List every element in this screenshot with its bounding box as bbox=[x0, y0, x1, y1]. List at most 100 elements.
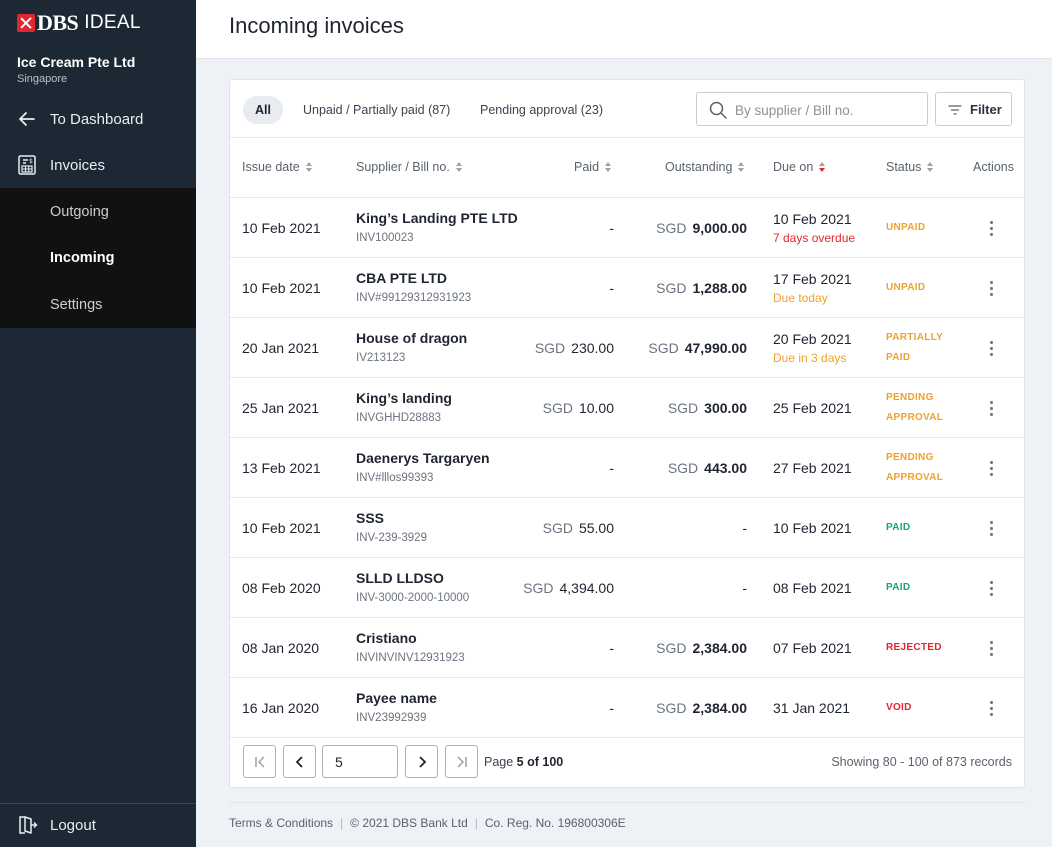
th-status[interactable]: Status bbox=[886, 160, 934, 174]
due-date: 25 Feb 2021 bbox=[773, 400, 852, 416]
dbs-star-icon bbox=[17, 14, 35, 32]
nav-invoices[interactable]: $ Invoices bbox=[0, 142, 196, 188]
due-date: 17 Feb 2021 bbox=[773, 271, 852, 287]
th-paid[interactable]: Paid bbox=[574, 160, 612, 174]
paid-amount: SGD 55.00 bbox=[543, 520, 614, 536]
supplier-name: King’s landing bbox=[356, 390, 452, 406]
filter-icon bbox=[948, 105, 962, 115]
nav-to-dashboard-label: To Dashboard bbox=[50, 110, 144, 128]
invoices-card: All Unpaid / Partially paid (87) Pending… bbox=[229, 79, 1025, 788]
first-page-button[interactable] bbox=[243, 745, 276, 778]
bill-number: INVINVINV12931923 bbox=[356, 652, 465, 664]
table-row[interactable]: 25 Jan 2021 King’s landing INVGHHD28883 SGD… bbox=[230, 378, 1024, 438]
search-box[interactable] bbox=[696, 92, 928, 126]
issue-date: 10 Feb 2021 bbox=[242, 520, 321, 536]
more-vertical-icon bbox=[990, 461, 994, 477]
outstanding-value: 2,384.00 bbox=[692, 700, 748, 716]
sort-icon bbox=[605, 162, 612, 173]
outstanding-currency: SGD bbox=[656, 220, 687, 236]
row-actions-button[interactable] bbox=[982, 220, 1002, 238]
due-date: 31 Jan 2021 bbox=[773, 700, 851, 716]
row-actions-button[interactable] bbox=[982, 580, 1002, 598]
search-input[interactable] bbox=[735, 100, 915, 120]
status-badge: PAID bbox=[886, 578, 910, 598]
supplier-name: Cristiano bbox=[356, 630, 417, 646]
table-row[interactable]: 13 Feb 2021 Daenerys Targaryen INV#lllos99… bbox=[230, 438, 1024, 498]
outstanding-amount: SGD 1,288.00 bbox=[656, 280, 747, 296]
due-note: 7 days overdue bbox=[773, 231, 856, 245]
outstanding-value: 300.00 bbox=[704, 400, 747, 416]
table-row[interactable]: 08 Feb 2020 SLLD LLDSO INV-3000-2000-10000… bbox=[230, 558, 1024, 618]
table-row[interactable]: 20 Jan 2021 House of dragon IV213123 SGD 230… bbox=[230, 318, 1024, 378]
page-prefix: Page bbox=[484, 755, 517, 769]
issue-date: 10 Feb 2021 bbox=[242, 220, 321, 236]
table-row[interactable]: 10 Feb 2021 CBA PTE LTD INV#99129312931923… bbox=[230, 258, 1024, 318]
paid-value: 55.00 bbox=[578, 520, 614, 536]
subnav-outgoing[interactable]: Outgoing bbox=[50, 204, 109, 220]
subnav-incoming[interactable]: Incoming bbox=[50, 250, 114, 266]
footer-divider bbox=[229, 802, 1025, 803]
row-actions-button[interactable] bbox=[982, 640, 1002, 658]
outstanding-amount: SGD 2,384.00 bbox=[656, 700, 747, 716]
outstanding-amount: - bbox=[742, 520, 747, 536]
filter-button[interactable]: Filter bbox=[935, 92, 1012, 126]
outstanding-amount: SGD 443.00 bbox=[668, 460, 747, 476]
dbs-logo[interactable]: DBS IDEAL bbox=[17, 10, 141, 35]
row-actions-button[interactable] bbox=[982, 340, 1002, 358]
due-date: 07 Feb 2021 bbox=[773, 640, 852, 656]
outstanding-value: 443.00 bbox=[704, 460, 747, 476]
status-line: UNPAID bbox=[886, 222, 926, 233]
row-actions-button[interactable] bbox=[982, 460, 1002, 478]
table-row[interactable]: 08 Jan 2020 Cristiano INVINVINV12931923 - SG… bbox=[230, 618, 1024, 678]
footer: Terms & Conditions | © 2021 DBS Bank Ltd | C… bbox=[229, 816, 626, 830]
nav-logout[interactable]: Logout bbox=[0, 804, 196, 847]
table-row[interactable]: 10 Feb 2021 SSS INV-239-3929 SGD 55.00 - 10 Fe… bbox=[230, 498, 1024, 558]
bill-number: INV#99129312931923 bbox=[356, 292, 472, 304]
outstanding-amount: - bbox=[742, 580, 747, 596]
supplier-name: SSS bbox=[356, 510, 385, 526]
company-name: Ice Cream Pte Ltd bbox=[17, 54, 136, 70]
supplier-name: CBA PTE LTD bbox=[356, 270, 447, 286]
bill-number: INV#lllos99393 bbox=[356, 472, 434, 484]
subnav-settings[interactable]: Settings bbox=[50, 297, 102, 313]
row-actions-button[interactable] bbox=[982, 400, 1002, 418]
paid-value: - bbox=[609, 700, 614, 716]
th-due-on[interactable]: Due on bbox=[773, 160, 826, 174]
tab-pending-approval[interactable]: Pending approval (23) bbox=[468, 96, 615, 124]
supplier-name: King’s Landing PTE LTD bbox=[356, 210, 518, 226]
table-row[interactable]: 16 Jan 2020 Payee name INV23992939 - SGD 2,38… bbox=[230, 678, 1024, 738]
outstanding-amount: SGD 9,000.00 bbox=[656, 220, 747, 236]
outstanding-currency: SGD bbox=[656, 280, 687, 296]
tab-all[interactable]: All bbox=[243, 96, 283, 124]
paid-amount: - bbox=[609, 640, 614, 656]
issue-date: 25 Jan 2021 bbox=[242, 400, 320, 416]
terms-link[interactable]: Terms & Conditions bbox=[229, 816, 333, 830]
prev-page-button[interactable] bbox=[283, 745, 316, 778]
last-page-button[interactable] bbox=[445, 745, 478, 778]
more-vertical-icon bbox=[990, 221, 994, 237]
page-number-input[interactable] bbox=[322, 745, 398, 778]
row-actions-button[interactable] bbox=[982, 700, 1002, 718]
paid-amount: - bbox=[609, 220, 614, 236]
th-supplier[interactable]: Supplier / Bill no. bbox=[356, 160, 462, 174]
outstanding-value: 9,000.00 bbox=[692, 220, 748, 236]
status-line: PENDING bbox=[886, 452, 934, 463]
more-vertical-icon bbox=[990, 701, 994, 717]
nav-to-dashboard[interactable]: To Dashboard bbox=[0, 96, 196, 142]
row-actions-button[interactable] bbox=[982, 520, 1002, 538]
status-line: PAID bbox=[886, 522, 911, 533]
first-page-icon bbox=[255, 756, 265, 768]
row-actions-button[interactable] bbox=[982, 280, 1002, 298]
th-issue-date[interactable]: Issue date bbox=[242, 160, 312, 174]
outstanding-value: - bbox=[742, 580, 747, 596]
more-vertical-icon bbox=[990, 341, 994, 357]
next-page-button[interactable] bbox=[405, 745, 438, 778]
tab-unpaid[interactable]: Unpaid / Partially paid (87) bbox=[291, 96, 462, 124]
table-row[interactable]: 10 Feb 2021 King’s Landing PTE LTD INV1000… bbox=[230, 198, 1024, 258]
sort-icon bbox=[305, 162, 312, 173]
status-line: REJECTED bbox=[886, 642, 942, 653]
outstanding-amount: SGD 2,384.00 bbox=[656, 640, 747, 656]
bill-number: INV-239-3929 bbox=[356, 532, 427, 544]
paid-value: 10.00 bbox=[578, 400, 614, 416]
th-outstanding[interactable]: Outstanding bbox=[665, 160, 745, 174]
